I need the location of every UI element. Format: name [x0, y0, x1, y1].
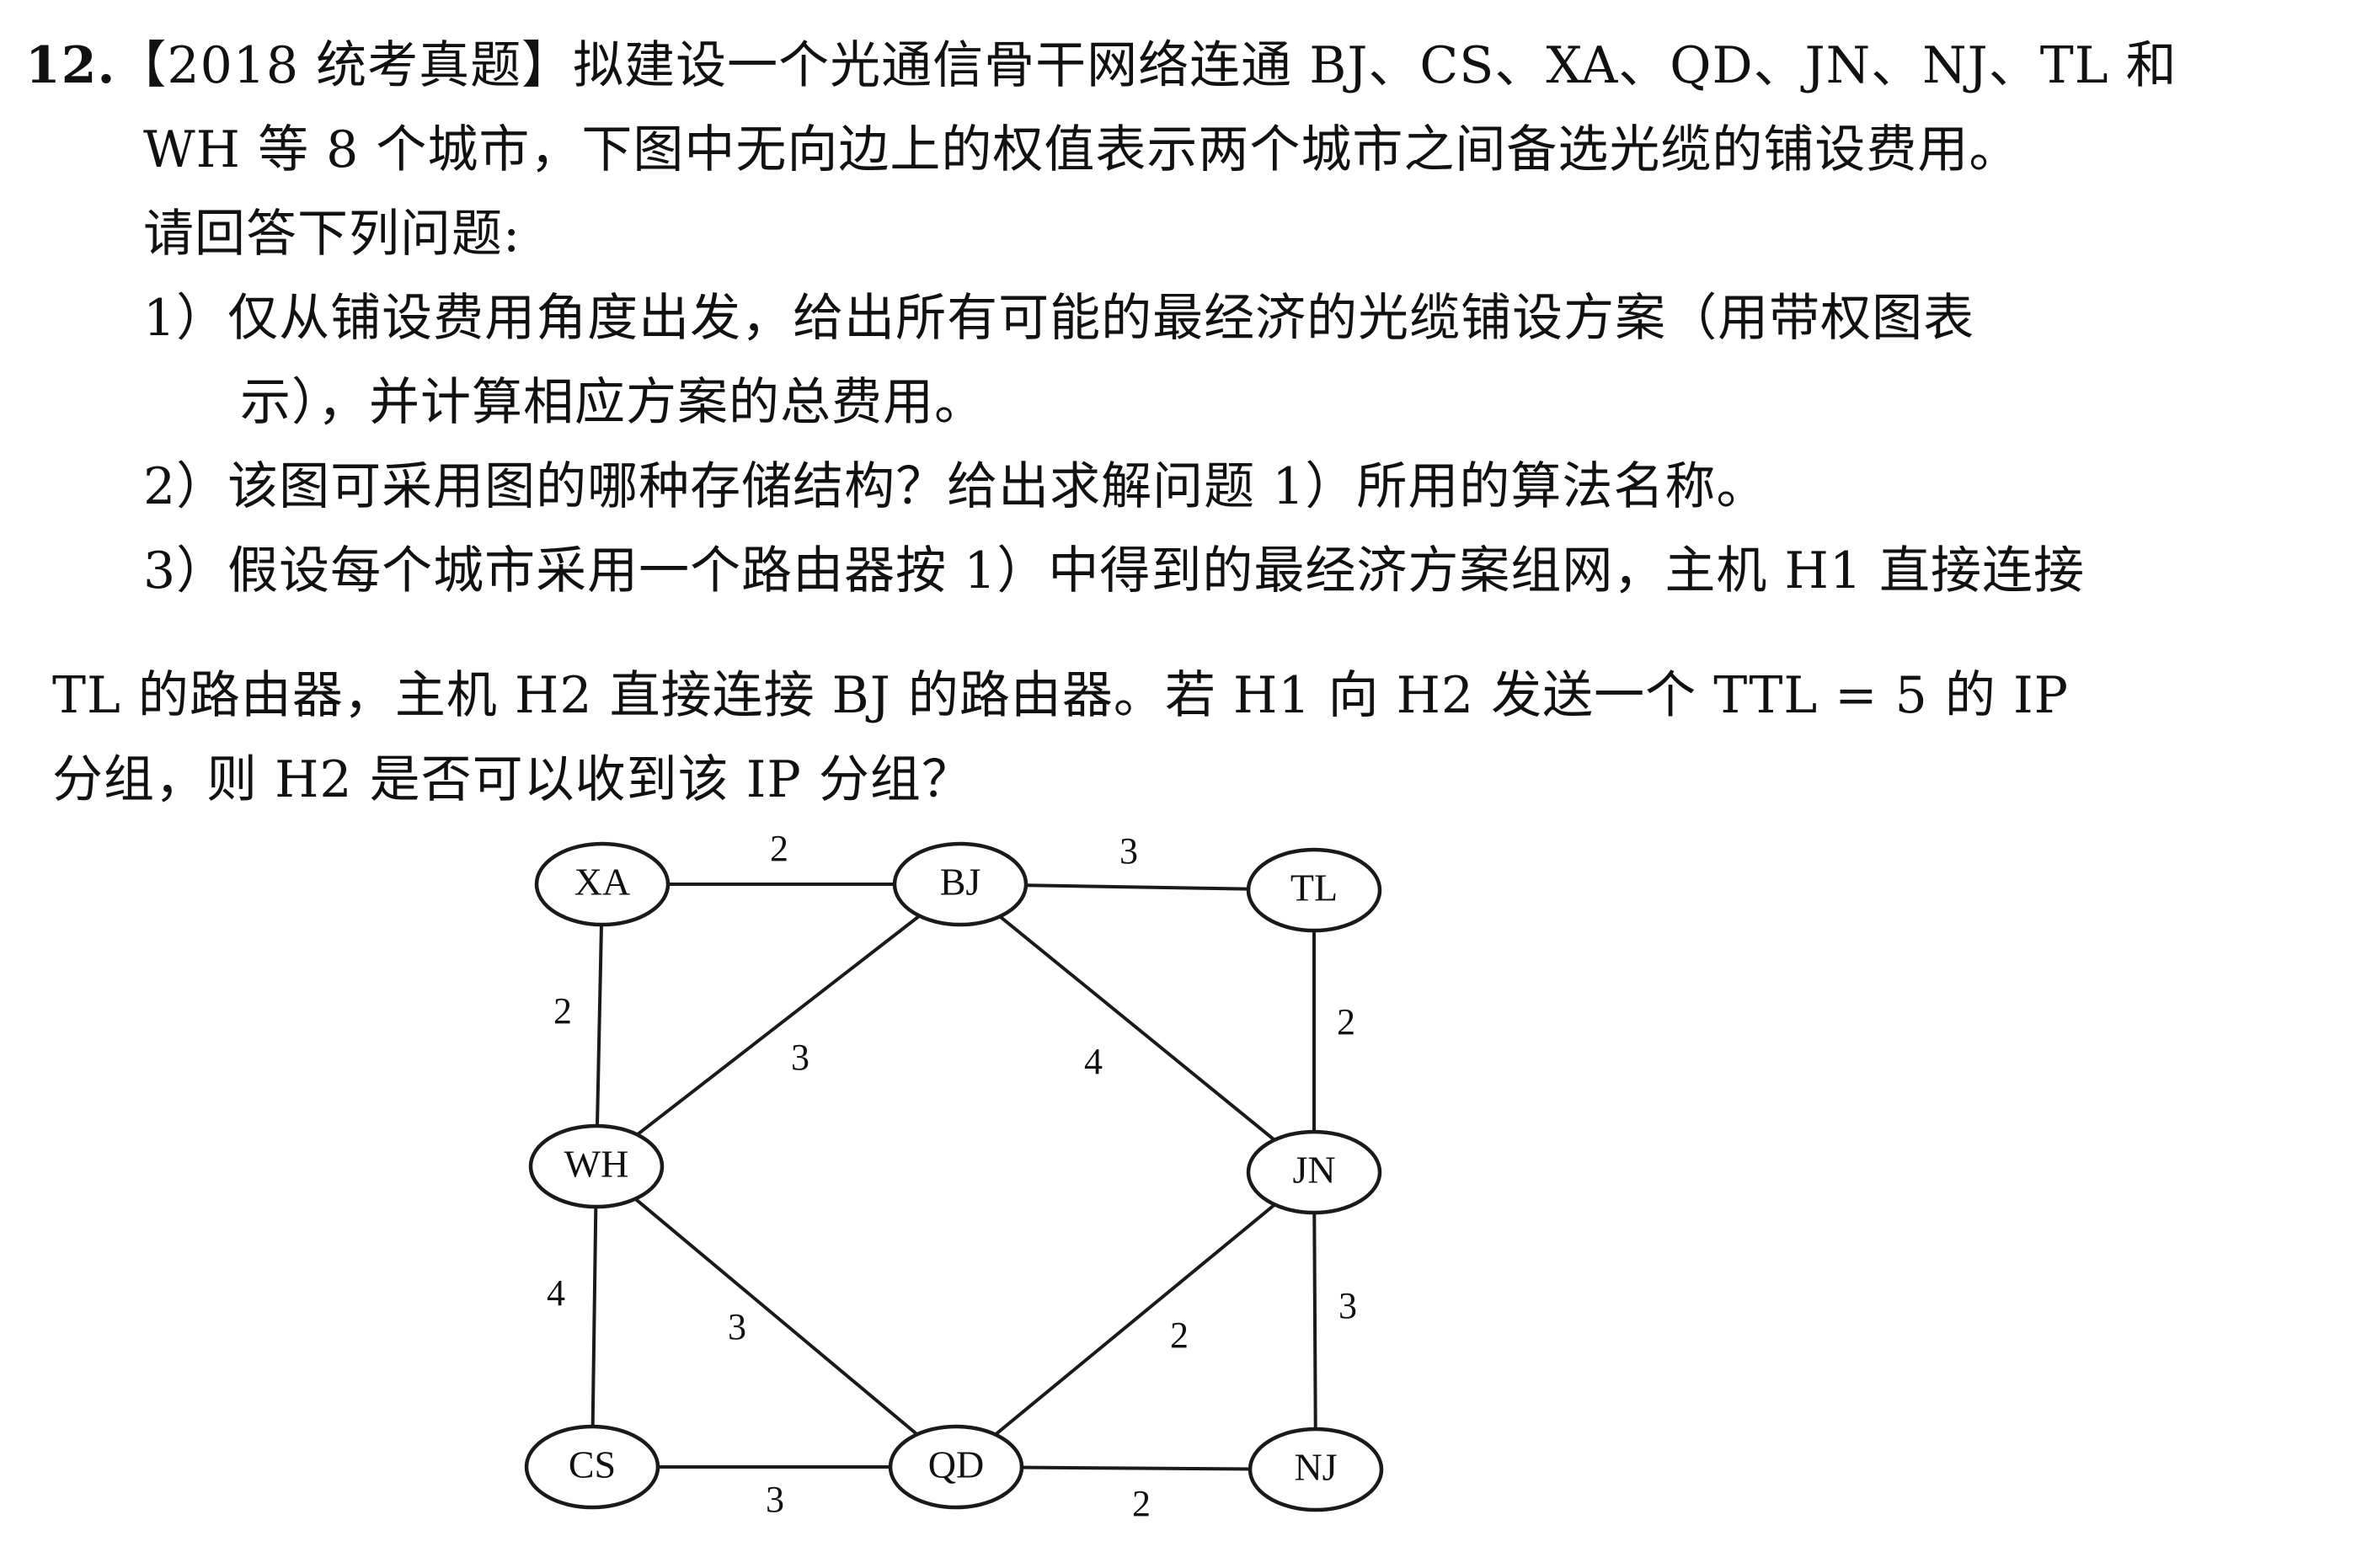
node-label-bj: BJ [940, 861, 981, 904]
graph-edge-weights: 2 3 2 3 4 2 4 3 2 3 3 2 [547, 828, 1357, 1524]
node-bj: BJ [892, 841, 1029, 927]
edge-jn-nj [1312, 1171, 1317, 1470]
edge-weight-cs-qd: 3 [766, 1479, 784, 1520]
node-wh: WH [528, 1123, 665, 1209]
edge-weight-xa-wh: 2 [553, 990, 572, 1032]
node-label-cs: CS [569, 1443, 616, 1486]
edge-weight-jn-nj: 3 [1338, 1285, 1357, 1326]
node-nj: NJ [1248, 1427, 1384, 1512]
edge-xa-wh [595, 883, 604, 1167]
node-label-tl: TL [1290, 867, 1338, 909]
node-xa: XA [534, 841, 671, 927]
node-cs: CS [524, 1424, 660, 1510]
edge-weight-jn-qd: 2 [1170, 1315, 1189, 1356]
edge-weight-bj-tl: 3 [1119, 830, 1138, 872]
node-label-xa: XA [574, 861, 630, 904]
edge-weight-xa-bj: 2 [770, 828, 788, 869]
edge-weight-tl-jn: 2 [1337, 1001, 1355, 1043]
node-label-qd: QD [928, 1443, 984, 1486]
edge-weight-wh-qd: 3 [728, 1306, 746, 1347]
node-label-nj: NJ [1294, 1446, 1337, 1489]
edge-bj-jn [959, 883, 1316, 1174]
edge-weight-bj-jn: 4 [1084, 1041, 1103, 1082]
edge-bj-wh [595, 883, 962, 1168]
node-qd: QD [888, 1424, 1024, 1510]
edge-wh-qd [595, 1165, 958, 1469]
edge-weight-qd-nj: 2 [1132, 1483, 1151, 1524]
edge-weight-wh-cs: 4 [547, 1272, 565, 1314]
edge-jn-qd [954, 1171, 1316, 1469]
graph-nodes: XA BJ TL WH JN CS QD NJ [524, 841, 1384, 1512]
edge-wh-cs [590, 1165, 598, 1468]
weighted-graph-diagram: 2 3 2 3 4 2 4 3 2 3 3 2 XA BJ TL WH JN CS QD NJ [524, 828, 1384, 1524]
node-label-wh: WH [564, 1143, 629, 1186]
edge-weight-bj-wh: 3 [791, 1037, 809, 1078]
node-tl: TL [1246, 847, 1382, 933]
node-jn: JN [1246, 1129, 1382, 1215]
document-page: 12.【2018 统考真题】拟建设一个光通信骨干网络连通 BJ、CS、XA、QD… [0, 0, 2367, 1568]
graph-edges [590, 883, 1317, 1471]
node-label-jn: JN [1292, 1149, 1335, 1192]
